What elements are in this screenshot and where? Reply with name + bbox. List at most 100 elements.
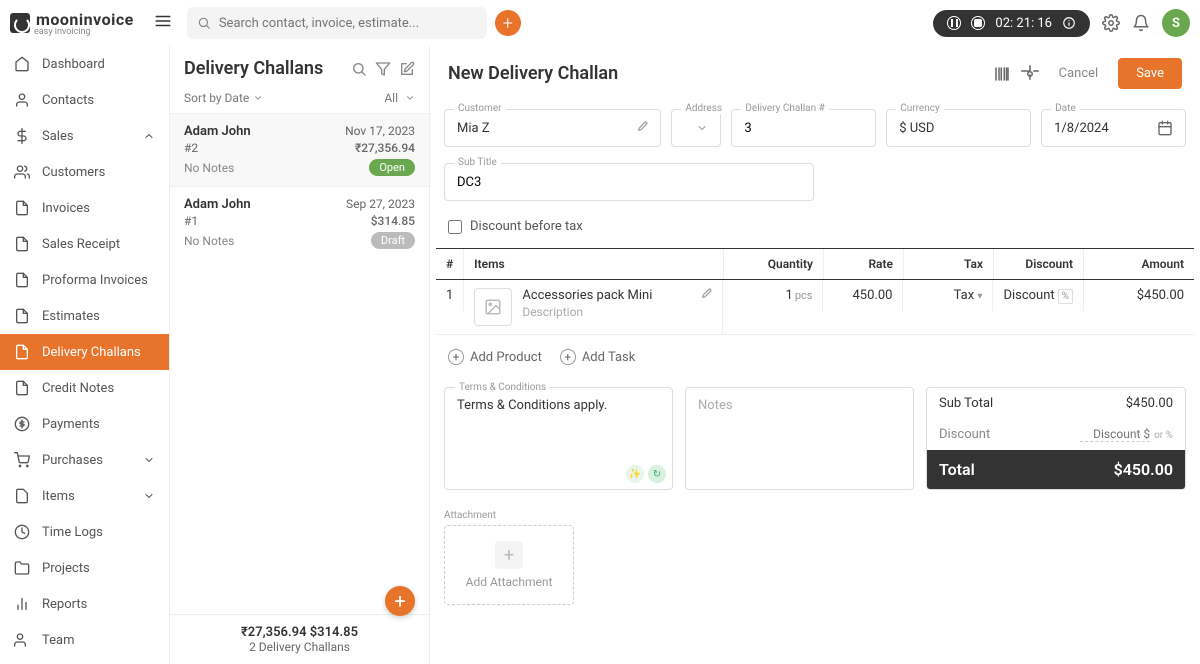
nav-icon bbox=[14, 452, 30, 468]
subtitle-field[interactable] bbox=[444, 163, 814, 201]
sidebar-item-reports[interactable]: Reports bbox=[0, 586, 169, 622]
attachment-label: Attachment bbox=[444, 510, 1186, 521]
status-badge: Open bbox=[369, 159, 415, 176]
add-task-button[interactable]: +Add Task bbox=[560, 349, 636, 365]
nav-icon bbox=[14, 200, 30, 216]
logo-icon bbox=[10, 13, 30, 33]
terms-field[interactable]: Terms & Conditions Terms & Conditions ap… bbox=[444, 387, 673, 490]
footer-amounts: ₹27,356.94 $314.85 bbox=[184, 625, 415, 640]
sidebar-item-purchases[interactable]: Purchases bbox=[0, 442, 169, 478]
sidebar-item-credit-notes[interactable]: Credit Notes bbox=[0, 370, 169, 406]
pause-icon[interactable] bbox=[947, 16, 961, 30]
row-qty[interactable]: 1 bbox=[786, 288, 793, 303]
row-tax[interactable]: Tax bbox=[954, 288, 975, 303]
nav-icon bbox=[14, 488, 30, 504]
total-value: $450.00 bbox=[1114, 460, 1173, 479]
barcode-icon[interactable] bbox=[993, 65, 1011, 83]
status-badge: Draft bbox=[371, 232, 415, 249]
nav-icon bbox=[14, 236, 30, 252]
address-select[interactable] bbox=[671, 109, 721, 147]
nav-icon bbox=[14, 632, 30, 648]
sidebar-item-items[interactable]: Items bbox=[0, 478, 169, 514]
sidebar-item-projects[interactable]: Projects bbox=[0, 550, 169, 586]
col-amt: Amount bbox=[1084, 249, 1194, 279]
sidebar-item-payments[interactable]: Payments bbox=[0, 406, 169, 442]
pencil-icon[interactable] bbox=[634, 121, 648, 135]
sidebar: DashboardContactsSalesCustomersInvoicesS… bbox=[0, 0, 170, 664]
sidebar-item-sales-receipt[interactable]: Sales Receipt bbox=[0, 226, 169, 262]
nav-icon bbox=[14, 560, 30, 576]
ai-refresh-icon[interactable]: ↻ bbox=[648, 465, 666, 483]
sidebar-item-customers[interactable]: Customers bbox=[0, 154, 169, 190]
discount-input[interactable] bbox=[1080, 427, 1150, 442]
dc-number-field[interactable] bbox=[731, 109, 876, 147]
add-product-button[interactable]: +Add Product bbox=[448, 349, 542, 365]
global-add-button[interactable]: + bbox=[495, 10, 521, 36]
row-edit-icon[interactable] bbox=[698, 288, 712, 302]
row-rate[interactable]: 450.00 bbox=[823, 280, 903, 311]
discount-before-tax-checkbox[interactable] bbox=[448, 220, 462, 234]
avatar[interactable]: S bbox=[1162, 9, 1190, 37]
sidebar-item-proforma-invoices[interactable]: Proforma Invoices bbox=[0, 262, 169, 298]
subtotal-value: $450.00 bbox=[1126, 396, 1173, 411]
row-discount[interactable]: Discount bbox=[1003, 288, 1054, 303]
sidebar-item-dashboard[interactable]: Dashboard bbox=[0, 46, 169, 82]
footer-count: 2 Delivery Challans bbox=[184, 640, 415, 654]
search-input[interactable] bbox=[187, 7, 487, 39]
timer-widget[interactable]: 02: 21: 16 bbox=[933, 10, 1090, 37]
info-icon[interactable] bbox=[1062, 16, 1076, 30]
nav-icon bbox=[14, 56, 30, 72]
discount-orpct[interactable]: or % bbox=[1154, 430, 1173, 441]
sidebar-item-invoices[interactable]: Invoices bbox=[0, 190, 169, 226]
page-title: New Delivery Challan bbox=[448, 63, 983, 84]
save-button[interactable]: Save bbox=[1118, 58, 1182, 89]
list-item[interactable]: Adam JohnNov 17, 2023#2₹27,356.94No Note… bbox=[170, 113, 429, 186]
item-image-placeholder[interactable] bbox=[474, 288, 512, 326]
address-label: Address bbox=[681, 103, 726, 114]
nav-icon bbox=[14, 128, 30, 144]
sidebar-item-delivery-challans[interactable]: Delivery Challans bbox=[0, 334, 169, 370]
plus-icon: + bbox=[495, 541, 523, 569]
filter-icon[interactable] bbox=[375, 61, 391, 77]
nav-icon bbox=[14, 308, 30, 324]
discount-label: Discount bbox=[939, 427, 990, 442]
nav-icon bbox=[14, 596, 30, 612]
item-name: Accessories pack Mini bbox=[522, 288, 688, 303]
currency-field[interactable]: $ USD bbox=[886, 109, 1031, 147]
edit-icon[interactable] bbox=[399, 61, 415, 77]
filter-all[interactable]: All bbox=[384, 91, 415, 105]
settings-icon[interactable] bbox=[1021, 65, 1039, 83]
discount-pct-badge[interactable]: % bbox=[1058, 289, 1073, 304]
notes-field[interactable]: Notes bbox=[685, 387, 914, 490]
chevron-down-icon bbox=[405, 93, 415, 103]
item-description[interactable]: Description bbox=[522, 305, 688, 319]
add-attachment-button[interactable]: + Add Attachment bbox=[444, 525, 574, 605]
sidebar-item-time-logs[interactable]: Time Logs bbox=[0, 514, 169, 550]
stop-icon[interactable] bbox=[971, 16, 985, 30]
sidebar-item-estimates[interactable]: Estimates bbox=[0, 298, 169, 334]
date-field[interactable]: 1/8/2024 bbox=[1041, 109, 1186, 147]
chevron-up-icon bbox=[143, 130, 155, 142]
cancel-button[interactable]: Cancel bbox=[1049, 60, 1109, 87]
list-item[interactable]: Adam JohnSep 27, 2023#1$314.85No NotesDr… bbox=[170, 186, 429, 259]
calendar-icon[interactable] bbox=[1157, 120, 1173, 136]
col-qty: Quantity bbox=[724, 249, 824, 279]
add-challan-fab[interactable]: + bbox=[385, 586, 415, 616]
sidebar-item-team[interactable]: Team bbox=[0, 622, 169, 658]
sort-label[interactable]: Sort by Date bbox=[184, 91, 249, 105]
timer-value: 02: 21: 16 bbox=[995, 16, 1052, 31]
bell-icon[interactable] bbox=[1132, 14, 1150, 32]
app-logo: mooninvoice easy invoicing bbox=[10, 10, 134, 37]
row-index: 1 bbox=[436, 280, 464, 311]
menu-toggle[interactable] bbox=[149, 7, 177, 39]
list-title: Delivery Challans bbox=[184, 58, 343, 79]
list-search-icon[interactable] bbox=[351, 61, 367, 77]
gear-icon[interactable] bbox=[1102, 14, 1120, 32]
sidebar-item-contacts[interactable]: Contacts bbox=[0, 82, 169, 118]
line-item-row[interactable]: 1 Accessories pack Mini Description 1pcs… bbox=[436, 280, 1194, 334]
date-label: Date bbox=[1051, 103, 1080, 114]
sidebar-item-sales[interactable]: Sales bbox=[0, 118, 169, 154]
ai-suggest-icon[interactable]: ✨ bbox=[626, 465, 644, 483]
subtitle-label: Sub Title bbox=[454, 157, 501, 168]
customer-field[interactable]: Mia Z bbox=[444, 109, 661, 147]
